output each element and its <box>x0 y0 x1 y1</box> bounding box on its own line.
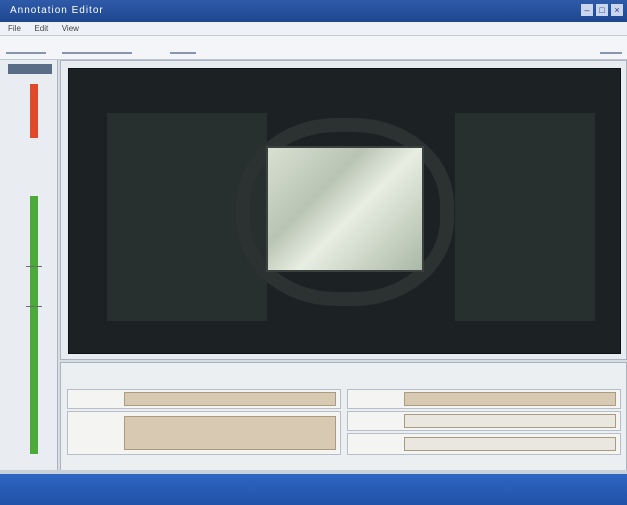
form-row <box>67 411 341 455</box>
properties-panel <box>60 362 627 472</box>
form-field[interactable] <box>404 392 616 406</box>
window-controls: – □ × <box>581 4 623 16</box>
toolbar-button[interactable] <box>170 42 196 54</box>
menu-file[interactable]: File <box>8 24 21 33</box>
status-bar <box>0 474 627 505</box>
form-row <box>347 433 621 455</box>
video-screen <box>266 146 424 272</box>
toolbar-button[interactable] <box>6 42 46 54</box>
form-row <box>347 411 621 431</box>
form-row <box>67 389 341 409</box>
form-field[interactable] <box>404 437 616 451</box>
menu-view[interactable]: View <box>62 24 79 33</box>
timeline-marker-red[interactable] <box>30 84 38 138</box>
window-title: Annotation Editor <box>10 5 104 16</box>
form-row <box>347 389 621 409</box>
timeline-tick <box>26 266 42 267</box>
maximize-button[interactable]: □ <box>596 4 608 16</box>
left-pane <box>0 60 58 470</box>
toolbar-button[interactable] <box>62 42 132 54</box>
menu-bar: File Edit View <box>0 22 627 36</box>
toolbar-button[interactable] <box>600 42 622 54</box>
form-field[interactable] <box>124 416 336 450</box>
toolbar <box>0 36 627 60</box>
menu-edit[interactable]: Edit <box>34 24 48 33</box>
form-field[interactable] <box>404 414 616 428</box>
timeline-marker-green[interactable] <box>30 196 38 454</box>
video-right-panel <box>455 113 595 321</box>
close-button[interactable]: × <box>611 4 623 16</box>
left-pane-header <box>8 64 52 74</box>
timeline-tick <box>26 306 42 307</box>
title-bar: Annotation Editor – □ × <box>0 0 627 22</box>
minimize-button[interactable]: – <box>581 4 593 16</box>
form-field[interactable] <box>124 392 336 406</box>
